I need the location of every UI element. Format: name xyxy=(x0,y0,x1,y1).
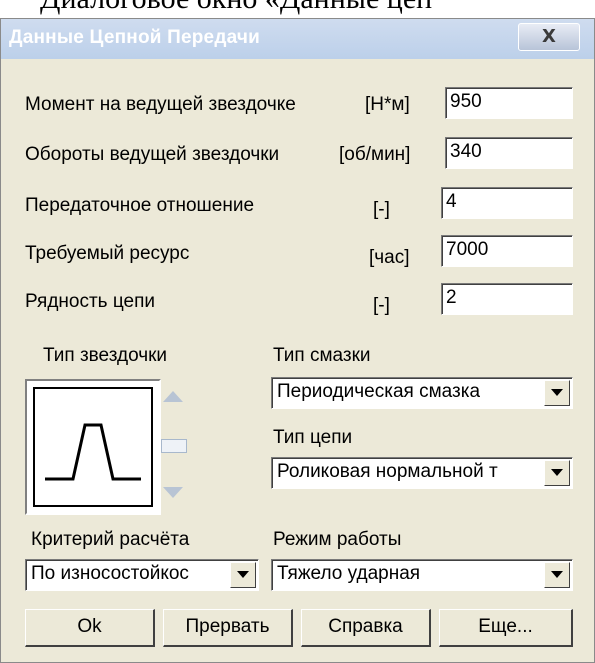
lubrication-select[interactable]: Периодическая смазка xyxy=(271,377,573,409)
lubrication-value: Периодическая смазка xyxy=(277,381,481,402)
lubrication-label: Тип смазки xyxy=(273,345,371,366)
speed-unit: [об/мин] xyxy=(339,144,411,165)
close-icon: X xyxy=(542,26,556,47)
torque-input[interactable]: 950 xyxy=(445,87,573,119)
mode-value: Тяжело ударная xyxy=(277,563,421,584)
window-title: Данные Цепной Передачи xyxy=(9,27,260,48)
speed-label: Обороты ведущей звездочки xyxy=(25,144,280,165)
sprocket-scrollbar[interactable] xyxy=(161,391,189,501)
ratio-input[interactable]: 4 xyxy=(441,187,573,219)
sprocket-preview[interactable] xyxy=(25,379,161,515)
rows-label: Рядность цепи xyxy=(25,291,155,312)
scroll-down-arrow-icon[interactable] xyxy=(163,487,183,498)
torque-label: Момент на ведущей звездочке xyxy=(25,94,296,115)
torque-unit: [Н*м] xyxy=(365,94,410,115)
ratio-label: Передаточное отношение xyxy=(25,195,255,216)
help-button[interactable]: Справка xyxy=(301,609,431,647)
chevron-down-icon[interactable] xyxy=(544,460,570,486)
scroll-up-arrow-icon[interactable] xyxy=(163,391,183,402)
criterion-value: По износостойкос xyxy=(31,563,189,584)
document-caption: Диалоговое окно «Данные цеп xyxy=(0,0,595,18)
sprocket-type-label: Тип звездочки xyxy=(43,345,168,366)
mode-select[interactable]: Тяжело ударная xyxy=(271,559,573,591)
title-bar[interactable]: Данные Цепной Передачи X xyxy=(1,19,594,59)
chevron-down-icon[interactable] xyxy=(544,562,570,588)
more-button[interactable]: Еще... xyxy=(439,609,573,647)
chevron-down-icon[interactable] xyxy=(230,562,256,588)
abort-button[interactable]: Прервать xyxy=(163,609,293,647)
rows-input[interactable]: 2 xyxy=(441,283,573,315)
chain-type-label: Тип цепи xyxy=(273,427,353,448)
chain-type-value: Роликовая нормальной т xyxy=(277,461,498,482)
scroll-thumb[interactable] xyxy=(161,439,187,453)
dialog-window: Данные Цепной Передачи X Момент на ведущ… xyxy=(0,18,595,663)
close-button[interactable]: X xyxy=(518,23,580,51)
criterion-label: Критерий расчёта xyxy=(31,529,190,550)
trapezoid-tooth-icon xyxy=(33,387,153,507)
resource-unit: [час] xyxy=(369,247,410,268)
resource-label: Требуемый ресурс xyxy=(25,243,190,264)
chevron-down-icon[interactable] xyxy=(544,380,570,406)
resource-input[interactable]: 7000 xyxy=(441,235,573,267)
chain-type-select[interactable]: Роликовая нормальной т xyxy=(271,457,573,489)
rows-unit: [-] xyxy=(373,295,390,316)
criterion-select[interactable]: По износостойкос xyxy=(25,559,259,591)
mode-label: Режим работы xyxy=(273,529,402,550)
ratio-unit: [-] xyxy=(373,199,390,220)
speed-input[interactable]: 340 xyxy=(445,137,573,169)
ok-button[interactable]: Ok xyxy=(25,609,155,647)
